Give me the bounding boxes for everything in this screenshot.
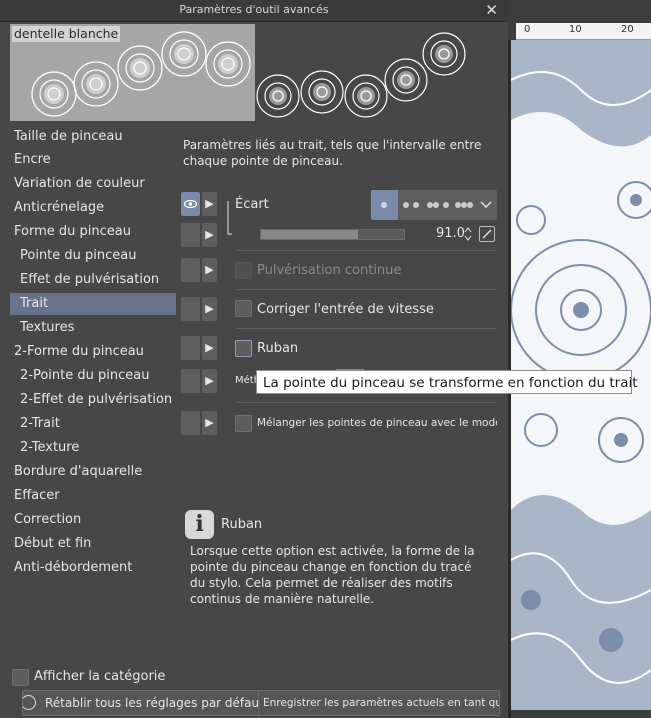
info-icon: i bbox=[185, 510, 214, 539]
spinner-icon[interactable] bbox=[463, 225, 473, 243]
category-anticrenelage[interactable]: Anticrénelage bbox=[10, 197, 180, 219]
divider bbox=[236, 250, 496, 251]
blend-tips-checkbox[interactable] bbox=[235, 415, 252, 432]
info-title: Ruban bbox=[221, 517, 263, 532]
brush-stroke-preview: dentelle blanche bbox=[10, 24, 498, 121]
eye-toggle[interactable] bbox=[181, 336, 200, 360]
category-list: Taille de pinceau Encre Variation de cou… bbox=[10, 126, 178, 666]
category-bordure-d-aquarelle[interactable]: Bordure d'aquarelle bbox=[10, 461, 180, 483]
expand-arrow-icon[interactable]: ▶ bbox=[202, 297, 217, 321]
category-2-forme-du-pinceau[interactable]: 2-Forme du pinceau bbox=[10, 341, 180, 363]
ruler-tick: 20 bbox=[621, 24, 634, 35]
expand-arrow-icon[interactable]: ▶ bbox=[202, 411, 217, 435]
spacing-slider[interactable] bbox=[260, 229, 405, 240]
ribbon-label: Ruban bbox=[257, 341, 299, 356]
canvas-area: 0 10 20 bbox=[508, 0, 651, 718]
ribbon-checkbox[interactable] bbox=[235, 340, 252, 357]
category-2-pointe-du-pinceau[interactable]: 2-Pointe du pinceau bbox=[10, 365, 176, 387]
ribbon-tooltip: La pointe du pinceau se transforme en fo… bbox=[256, 370, 638, 394]
reset-all-label: Rétablir tous les réglages par défaut bbox=[45, 696, 260, 710]
dialog-title: Paramètres d'outil avancés bbox=[179, 3, 329, 16]
reset-icon bbox=[23, 695, 36, 710]
reset-all-button[interactable]: Rétablir tous les réglages par défaut bbox=[22, 690, 260, 716]
divider bbox=[236, 289, 496, 290]
category-pointe-du-pinceau[interactable]: Pointe du pinceau bbox=[10, 245, 176, 267]
category-variation-de-couleur[interactable]: Variation de couleur bbox=[10, 173, 180, 195]
bottom-bar: Rétablir tous les réglages par défaut En… bbox=[8, 690, 500, 716]
divider bbox=[236, 328, 496, 329]
pressure-eye-toggle[interactable] bbox=[181, 223, 200, 247]
save-settings-label: Enregistrer les paramètres actuels en ta… bbox=[263, 697, 499, 709]
category-forme-du-pinceau[interactable]: Forme du pinceau bbox=[10, 221, 180, 243]
category-anti-debordement[interactable]: Anti-débordement bbox=[10, 557, 180, 579]
speed-correction-label: Corriger l'entrée de vitesse bbox=[257, 302, 434, 317]
show-category-label: Afficher la catégorie bbox=[34, 669, 166, 684]
category-2-effet-de-pulverisation[interactable]: 2-Effet de pulvérisation bbox=[10, 389, 176, 411]
show-in-tool-property-eye-icon[interactable] bbox=[181, 192, 200, 216]
link-bracket-icon bbox=[227, 201, 232, 235]
eye-toggle[interactable] bbox=[181, 369, 200, 393]
ruler-tick: 10 bbox=[569, 24, 582, 35]
eye-toggle[interactable] bbox=[181, 258, 200, 282]
title-bar[interactable]: Paramètres d'outil avancés ✕ bbox=[0, 0, 508, 22]
help-info-box: i Ruban Lorsque cette option est activée… bbox=[178, 503, 498, 666]
continuous-spray-checkbox[interactable] bbox=[235, 262, 252, 279]
expand-arrow-icon[interactable]: ▶ bbox=[202, 258, 217, 282]
save-settings-button[interactable]: Enregistrer les paramètres actuels en ta… bbox=[258, 690, 500, 716]
speed-correction-checkbox[interactable] bbox=[235, 300, 252, 317]
category-trait[interactable]: Trait bbox=[10, 293, 176, 315]
advanced-tool-settings-dialog: Paramètres d'outil avancés ✕ dentelle bl… bbox=[0, 0, 508, 718]
horizontal-ruler: 0 10 20 bbox=[516, 23, 651, 40]
spacing-mode-selector[interactable] bbox=[371, 190, 497, 220]
ruler-tick: 0 bbox=[524, 24, 531, 35]
category-effet-de-pulverisation[interactable]: Effet de pulvérisation bbox=[10, 269, 176, 291]
category-2-texture[interactable]: 2-Texture bbox=[10, 437, 176, 459]
category-2-trait[interactable]: 2-Trait bbox=[10, 413, 176, 435]
eye-toggle[interactable] bbox=[181, 411, 200, 435]
category-textures[interactable]: Textures bbox=[10, 317, 176, 339]
spacing-value[interactable]: 91.0 bbox=[436, 226, 465, 241]
expand-arrow-icon[interactable]: ▶ bbox=[202, 369, 217, 393]
expand-arrow-icon[interactable]: ▶ bbox=[202, 192, 217, 216]
spacing-mode-dots-icon bbox=[381, 201, 492, 208]
category-taille-de-pinceau[interactable]: Taille de pinceau bbox=[10, 126, 180, 148]
brush-name-label: dentelle blanche bbox=[12, 26, 121, 42]
spacing-label: Écart bbox=[235, 197, 269, 212]
info-text: Lorsque cette option est activée, la for… bbox=[190, 544, 475, 606]
category-effacer[interactable]: Effacer bbox=[10, 485, 180, 507]
category-correction[interactable]: Correction bbox=[10, 509, 180, 531]
expand-arrow-icon[interactable]: ▶ bbox=[202, 223, 217, 247]
close-icon[interactable]: ✕ bbox=[485, 1, 498, 19]
continuous-spray-label: Pulvérisation continue bbox=[257, 263, 402, 278]
blend-tips-label: Mélanger les pointes de pinceau avec le … bbox=[257, 417, 497, 429]
settings-panel: Paramètres liés au trait, tels que l'int… bbox=[178, 126, 498, 496]
eye-toggle[interactable] bbox=[181, 297, 200, 321]
spacing-slider-fill bbox=[261, 230, 359, 239]
category-debut-et-fin[interactable]: Début et fin bbox=[10, 533, 180, 555]
expand-arrow-icon[interactable]: ▶ bbox=[202, 336, 217, 360]
section-description: Paramètres liés au trait, tels que l'int… bbox=[183, 138, 482, 168]
divider bbox=[236, 402, 496, 403]
show-category-checkbox[interactable] bbox=[12, 669, 29, 686]
category-encre[interactable]: Encre bbox=[10, 149, 180, 171]
pressure-graph-icon[interactable] bbox=[479, 226, 495, 242]
